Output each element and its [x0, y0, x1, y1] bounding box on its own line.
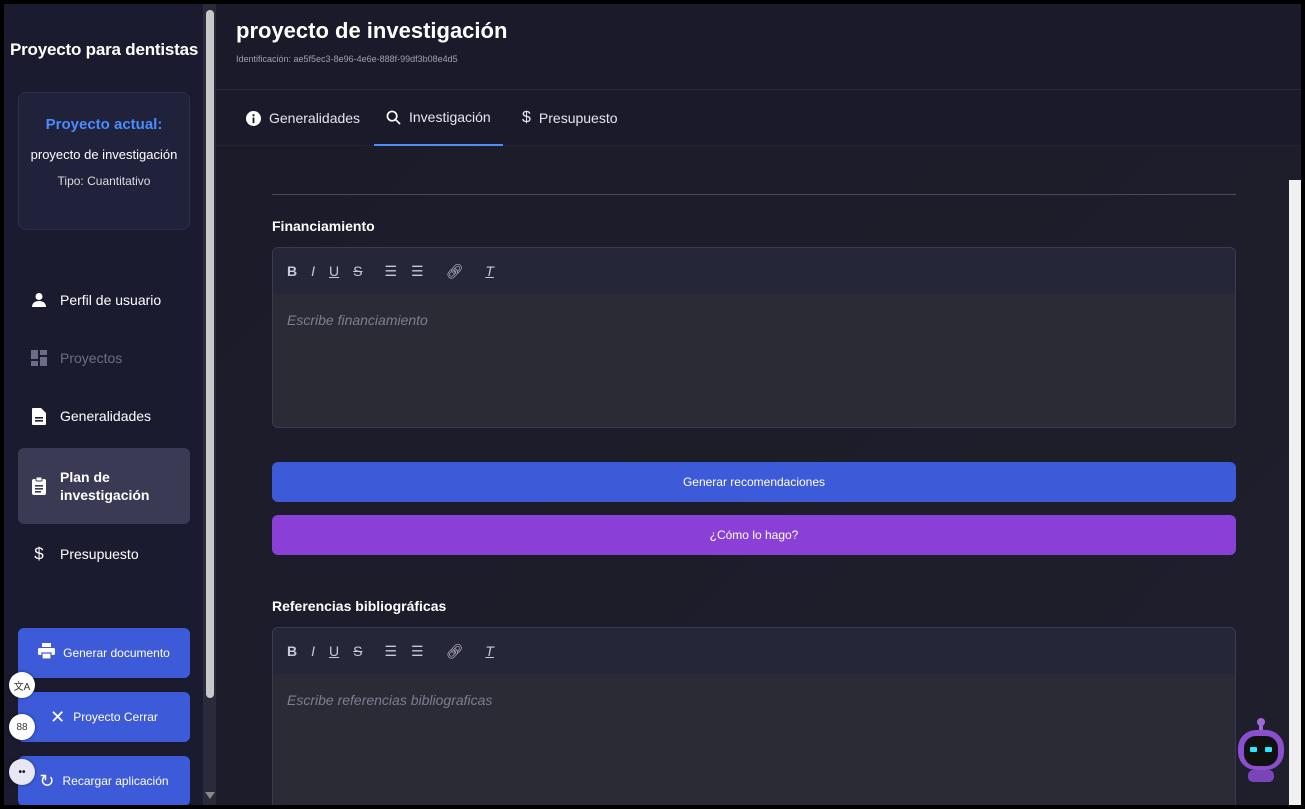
- bold-icon[interactable]: B: [287, 643, 297, 659]
- tab-generalities[interactable]: Generalidades: [246, 90, 360, 146]
- sidebar: Proyecto para dentistas Proyecto actual:…: [4, 4, 204, 805]
- bullet-list-icon[interactable]: ☰: [411, 643, 424, 660]
- bold-icon[interactable]: B: [287, 263, 297, 279]
- current-project-type: Tipo: Cuantitativo: [57, 174, 151, 188]
- page-header: proyecto de investigación Identificación…: [216, 4, 1301, 90]
- sidebar-item-label: Presupuesto: [60, 546, 139, 562]
- link-icon[interactable]: 🔗︎: [446, 263, 464, 280]
- generate-recommendations-button[interactable]: Generar recomendaciones: [272, 462, 1236, 502]
- italic-icon[interactable]: I: [311, 643, 315, 659]
- clipboard-icon: [28, 477, 50, 495]
- app-title: Proyecto para dentistas: [10, 40, 199, 59]
- funding-label: Financiamiento: [272, 218, 375, 234]
- sidebar-item-generalities[interactable]: Generalidades: [18, 396, 190, 436]
- clear-format-icon[interactable]: T: [485, 263, 494, 279]
- close-project-label: Proyecto Cerrar: [73, 710, 158, 724]
- document-icon: [28, 407, 50, 425]
- sidebar-item-label: Generalidades: [60, 408, 152, 424]
- sidebar-item-profile[interactable]: Perfil de usuario: [18, 280, 190, 320]
- content-scrollbar[interactable]: [1289, 180, 1301, 805]
- main-content: Financiamiento B I U S ☰ ☰ 🔗︎ T Escribe …: [216, 146, 1301, 805]
- references-placeholder: Escribe referencias bibliograficas: [287, 692, 493, 708]
- user-icon: [28, 292, 50, 308]
- current-project-label: Proyecto actual:: [45, 116, 163, 133]
- ordered-list-icon[interactable]: ☰: [384, 263, 397, 280]
- generate-document-label: Generar documento: [63, 646, 170, 660]
- sidebar-item-label: Proyectos: [60, 350, 123, 366]
- tab-bar: Generalidades Investigación $ Presupuest…: [216, 90, 1301, 146]
- tab-budget[interactable]: $ Presupuesto: [522, 90, 618, 146]
- reload-app-label: Recargar aplicación: [62, 774, 169, 788]
- how-to-label: ¿Cómo lo hago?: [709, 528, 799, 542]
- close-project-button[interactable]: ✕ Proyecto Cerrar: [18, 692, 190, 742]
- funding-editor-toolbar: B I U S ☰ ☰ 🔗︎ T: [273, 248, 1235, 294]
- generate-document-button[interactable]: Generar documento: [18, 628, 190, 678]
- dollar-icon: $: [522, 109, 531, 126]
- reload-icon: ↻: [39, 770, 55, 791]
- assistant-face-icon[interactable]: ••: [9, 759, 35, 785]
- robot-assistant-icon[interactable]: [1236, 716, 1286, 784]
- current-project-card: Proyecto actual: proyecto de investigaci…: [18, 92, 190, 230]
- sidebar-item-research-plan[interactable]: Plan de investigación: [18, 448, 190, 524]
- funding-text-area[interactable]: Escribe financiamiento: [273, 294, 1235, 427]
- clear-format-icon[interactable]: T: [485, 643, 494, 659]
- tab-research[interactable]: Investigación: [374, 90, 503, 146]
- references-label: Referencias bibliográficas: [272, 598, 447, 614]
- references-editor[interactable]: B I U S ☰ ☰ 🔗︎ T Escribe referencias bib…: [272, 627, 1236, 805]
- info-icon: [246, 110, 261, 126]
- reload-app-button[interactable]: ↻ Recargar aplicación: [18, 756, 190, 805]
- funding-placeholder: Escribe financiamiento: [287, 312, 428, 328]
- strikethrough-icon[interactable]: S: [353, 263, 362, 279]
- printer-icon: [38, 642, 56, 664]
- strikethrough-icon[interactable]: S: [353, 643, 362, 659]
- divider: [272, 194, 1236, 195]
- ordered-list-icon[interactable]: ☰: [384, 643, 397, 660]
- references-editor-toolbar: B I U S ☰ ☰ 🔗︎ T: [273, 628, 1235, 674]
- page-title: proyecto de investigación: [236, 18, 508, 43]
- tab-label: Generalidades: [269, 110, 361, 126]
- sidebar-item-budget[interactable]: $ Presupuesto: [18, 534, 190, 574]
- sidebar-scrollbar[interactable]: [204, 4, 216, 805]
- dollar-icon: $: [34, 544, 44, 563]
- how-to-button[interactable]: ¿Cómo lo hago?: [272, 515, 1236, 555]
- references-text-area[interactable]: Escribe referencias bibliograficas: [273, 674, 1235, 805]
- tab-label: Presupuesto: [538, 110, 618, 126]
- close-icon: ✕: [50, 706, 66, 727]
- search-icon: [386, 110, 401, 125]
- sidebar-item-projects[interactable]: Proyectos: [18, 338, 190, 378]
- translate-icon[interactable]: 文A: [9, 672, 35, 698]
- apps-icon[interactable]: 88: [9, 714, 35, 740]
- grid-icon: [28, 350, 50, 366]
- underline-icon[interactable]: U: [329, 643, 339, 659]
- tab-label: Investigación: [409, 109, 491, 125]
- project-id: Identificación: ae5f5ec3-8e96-4e6e-888f-…: [236, 54, 458, 64]
- sidebar-item-label: Perfil de usuario: [60, 292, 162, 308]
- link-icon[interactable]: 🔗︎: [446, 643, 464, 660]
- current-project-name: proyecto de investigación: [30, 147, 178, 162]
- funding-editor[interactable]: B I U S ☰ ☰ 🔗︎ T Escribe financiamiento: [272, 247, 1236, 428]
- app-window: Proyecto para dentistas Proyecto actual:…: [4, 4, 1301, 805]
- bullet-list-icon[interactable]: ☰: [411, 263, 424, 280]
- scroll-down-arrow-icon[interactable]: [205, 792, 215, 799]
- sidebar-item-label: Plan de investigación: [60, 468, 150, 503]
- sidebar-scroll-thumb[interactable]: [206, 10, 214, 698]
- italic-icon[interactable]: I: [311, 263, 315, 279]
- underline-icon[interactable]: U: [329, 263, 339, 279]
- generate-recommendations-label: Generar recomendaciones: [682, 475, 826, 489]
